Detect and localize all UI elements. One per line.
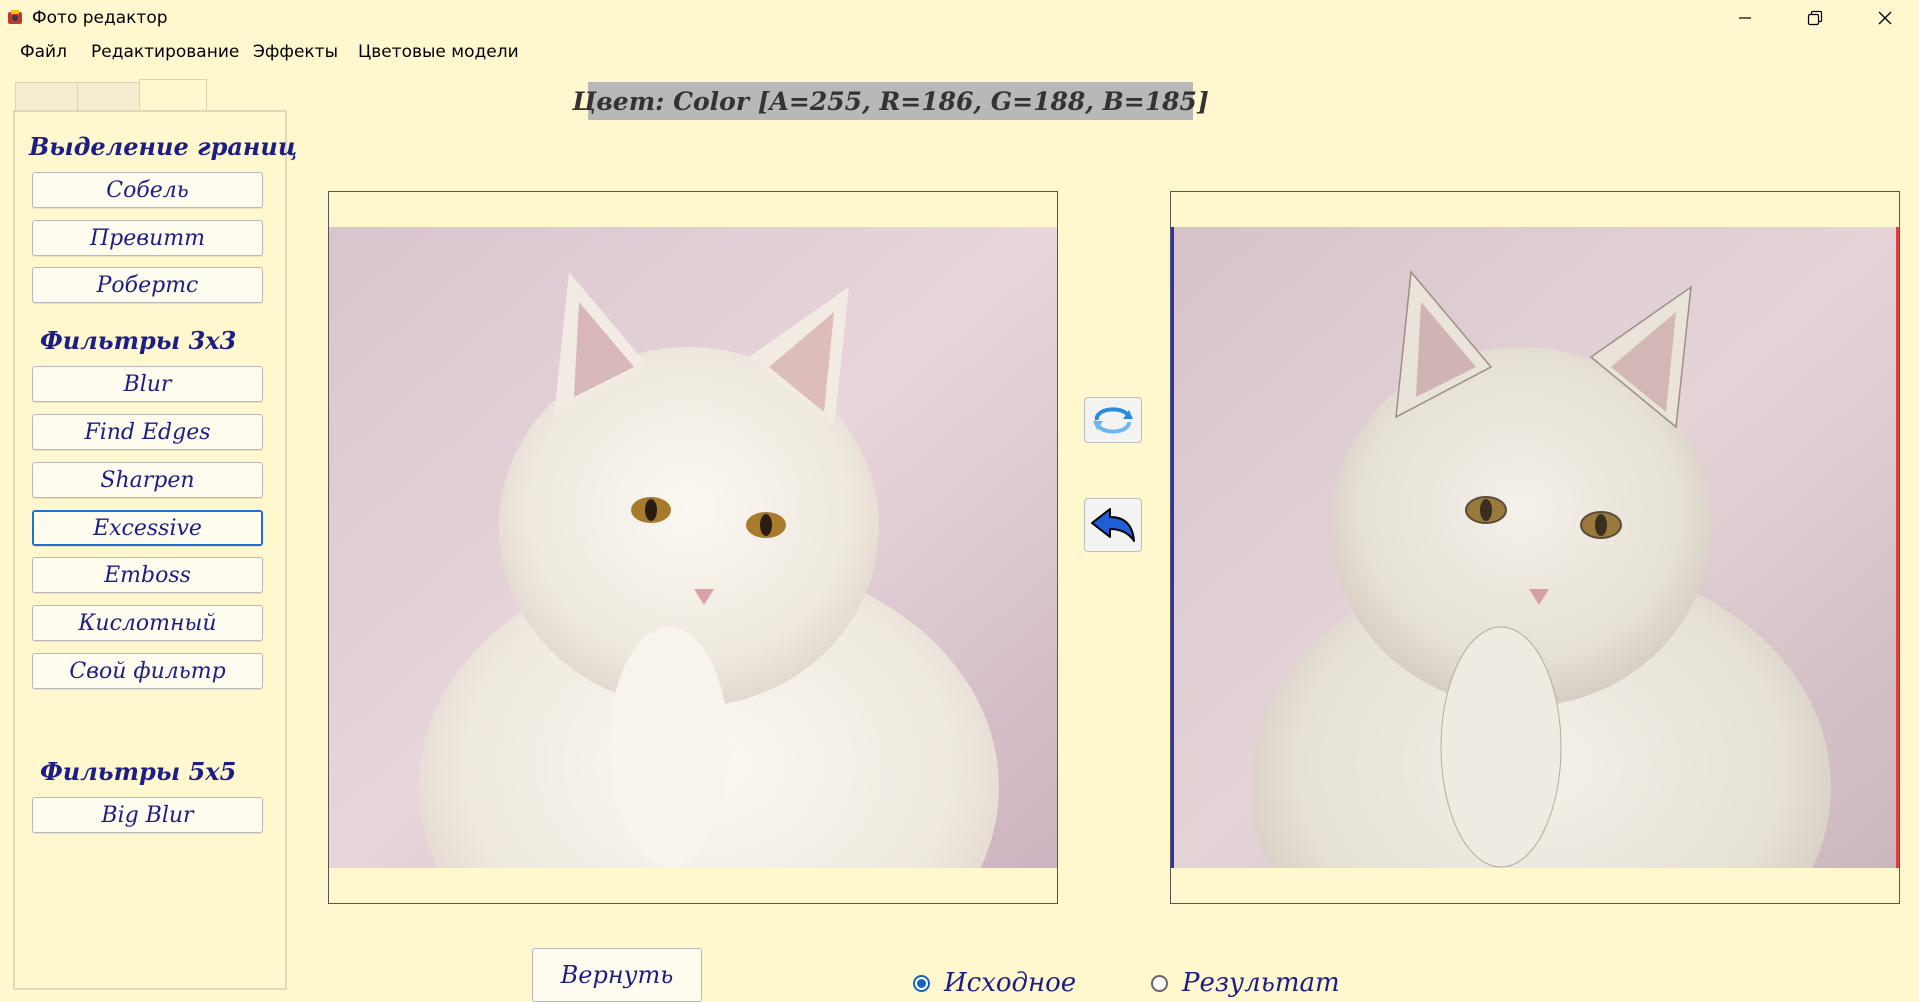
- swap-images-button[interactable]: [1084, 397, 1142, 443]
- tab-1[interactable]: [15, 82, 79, 111]
- heading-filters-5x5: Фильтры 5x5: [40, 757, 237, 786]
- sobel-button[interactable]: Собель: [32, 172, 263, 208]
- radio-source-indicator[interactable]: [913, 974, 930, 992]
- app-icon: [8, 10, 22, 24]
- radio-result[interactable]: Результат: [1151, 968, 1340, 998]
- source-image-box: [328, 191, 1058, 904]
- menu-effects[interactable]: Эффекты: [253, 42, 338, 62]
- radio-source-label: Исходное: [944, 968, 1077, 998]
- minimize-button[interactable]: [1710, 0, 1780, 35]
- return-button[interactable]: Вернуть: [532, 948, 702, 1002]
- close-button[interactable]: [1850, 0, 1919, 35]
- menu-file[interactable]: Файл: [20, 42, 67, 62]
- custom-filter-button[interactable]: Свой фильтр: [32, 653, 263, 689]
- source-cat-image: [329, 227, 1057, 868]
- result-image-box: [1170, 191, 1900, 904]
- big-blur-button[interactable]: Big Blur: [32, 797, 263, 833]
- radio-source[interactable]: Исходное: [913, 968, 1076, 998]
- find-edges-button[interactable]: Find Edges: [32, 414, 263, 450]
- undo-button[interactable]: [1084, 498, 1142, 552]
- blur-button[interactable]: Blur: [32, 366, 263, 402]
- restore-icon: [1807, 10, 1823, 25]
- minimize-icon: [1739, 16, 1751, 19]
- sharpen-button[interactable]: Sharpen: [32, 462, 263, 498]
- window-title: Фото редактор: [32, 8, 168, 28]
- menu-edit[interactable]: Редактирование: [91, 42, 239, 62]
- swap-arrows-icon: [1093, 407, 1133, 434]
- acid-filter-button[interactable]: Кислотный: [32, 605, 263, 641]
- roberts-button[interactable]: Робертс: [32, 267, 263, 303]
- tab-3[interactable]: [139, 79, 207, 112]
- excessive-button[interactable]: Excessive: [32, 510, 263, 546]
- restore-button[interactable]: [1780, 0, 1850, 35]
- heading-edge-detection: Выделение границ: [29, 132, 298, 161]
- heading-filters-3x3: Фильтры 3x3: [40, 326, 237, 355]
- close-icon: [1878, 11, 1892, 24]
- radio-result-indicator[interactable]: [1151, 974, 1168, 992]
- tab-2[interactable]: [77, 82, 141, 111]
- undo-arrow-icon: [1091, 508, 1135, 542]
- radio-result-label: Результат: [1182, 968, 1340, 998]
- color-readout: Цвет: Color [A=255, R=186, G=188, B=185]: [572, 82, 1209, 120]
- menu-color-models[interactable]: Цветовые модели: [358, 42, 519, 62]
- emboss-button[interactable]: Emboss: [32, 557, 263, 593]
- title-bar: Фото редактор: [0, 0, 1919, 35]
- prewitt-button[interactable]: Превитт: [32, 220, 263, 256]
- filter-panel: Выделение границ Собель Превитт Робертс …: [13, 110, 297, 990]
- result-cat-image: [1171, 227, 1899, 868]
